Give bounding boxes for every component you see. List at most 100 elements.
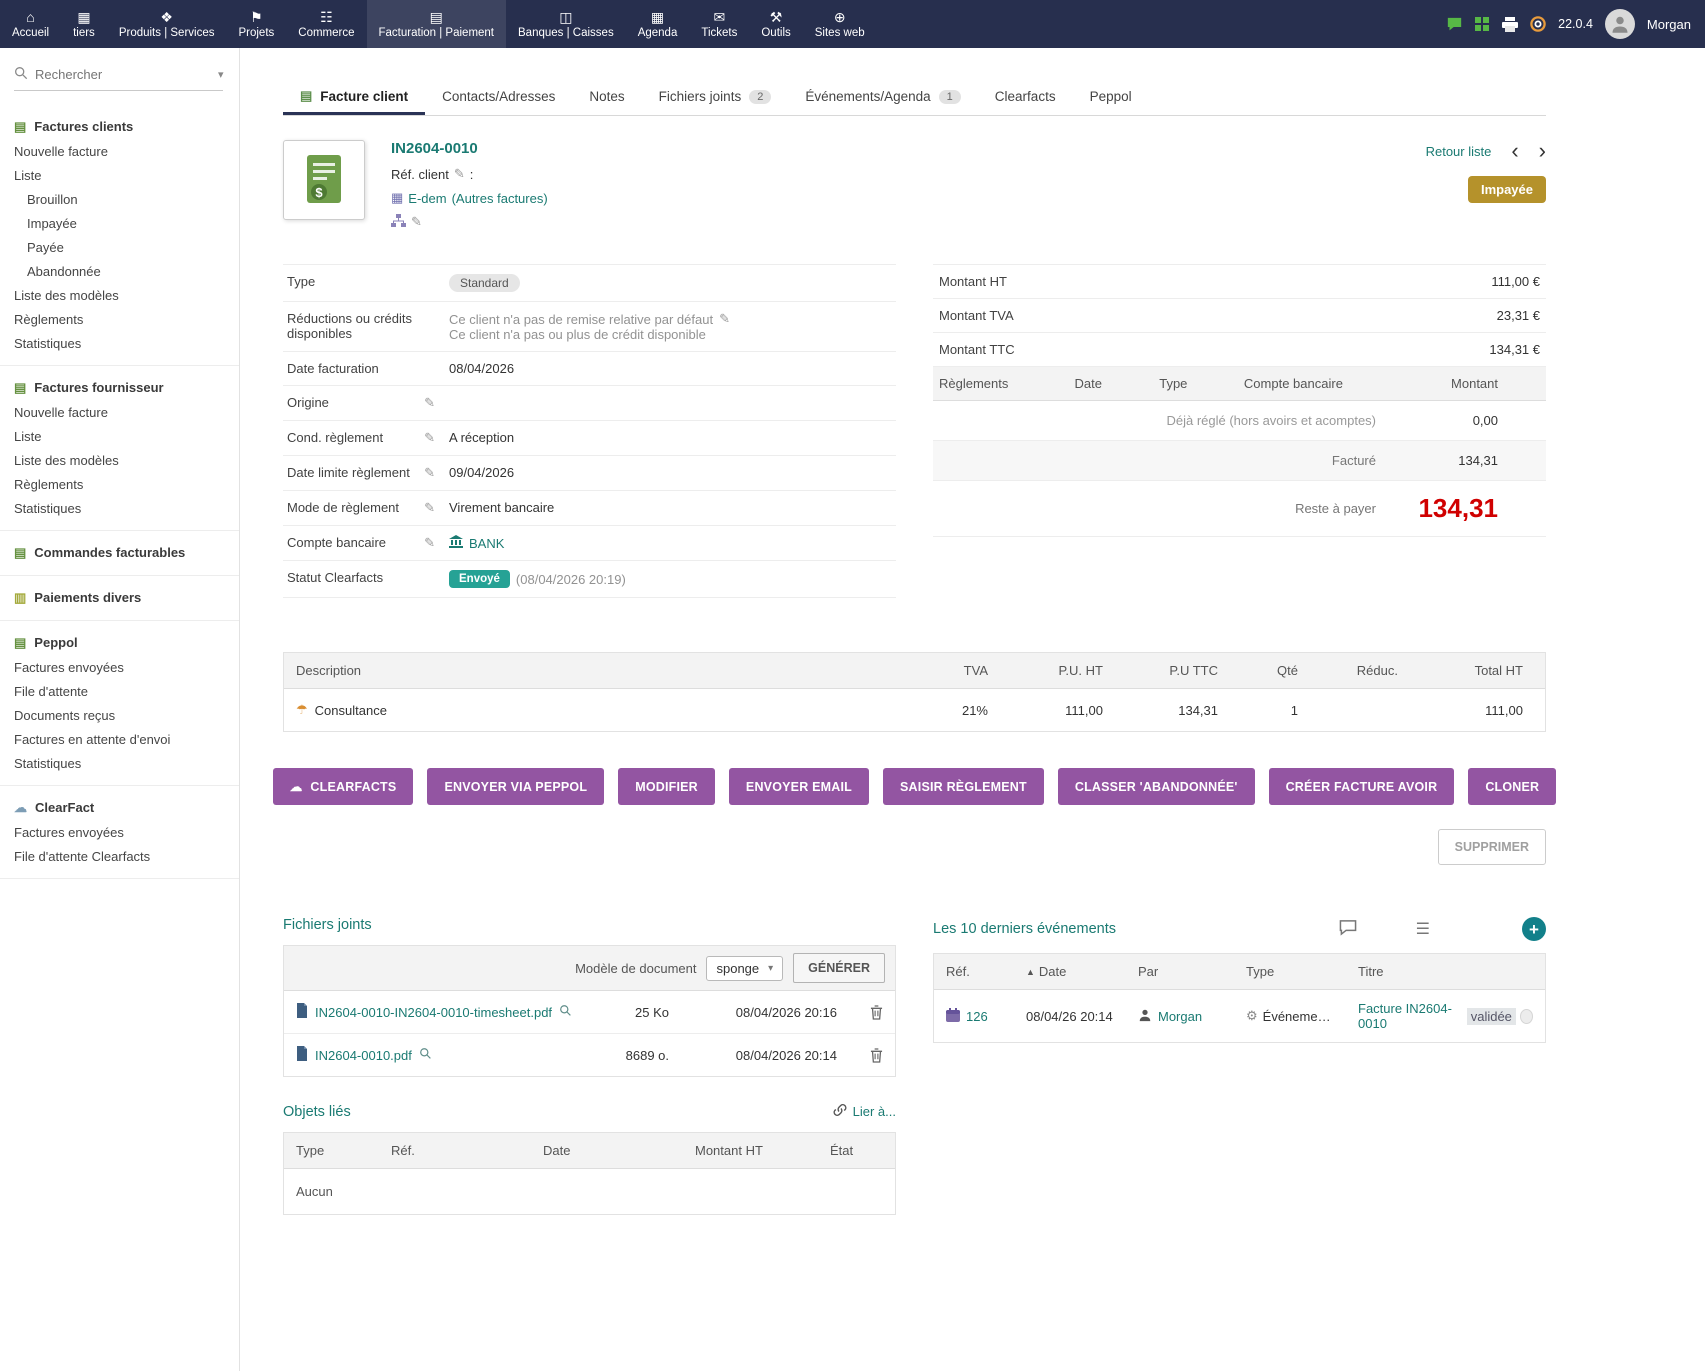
tab-evenements-agenda[interactable]: Événements/Agenda 1 <box>788 79 977 115</box>
nav-accueil[interactable]: ⌂ Accueil <box>0 0 61 48</box>
events-header-ref[interactable]: Réf. <box>946 964 1026 979</box>
tab-clearfacts[interactable]: Clearfacts <box>978 79 1073 115</box>
tab-peppol[interactable]: Peppol <box>1073 79 1149 115</box>
preview-icon[interactable] <box>559 1004 572 1020</box>
cloner-button[interactable]: CLONER <box>1468 768 1556 805</box>
tab-notes[interactable]: Notes <box>572 79 641 115</box>
sidebar-item-brouillon[interactable]: Brouillon <box>0 187 239 211</box>
line-tva: 21% <box>898 703 988 718</box>
chevron-right-icon[interactable]: › <box>1539 140 1546 162</box>
back-to-list-link[interactable]: Retour liste <box>1426 144 1492 159</box>
nav-banques-caisses[interactable]: ◫ Banques | Caisses <box>506 0 626 48</box>
nav-outils[interactable]: ⚒ Outils <box>749 0 802 48</box>
edit-origin-icon[interactable]: ✎ <box>424 395 435 411</box>
sidebar-item-liste-modeles-fourn[interactable]: Liste des modèles <box>0 448 239 472</box>
quick-add-icon[interactable] <box>1475 17 1490 32</box>
edit-due-date-icon[interactable]: ✎ <box>424 465 435 481</box>
generer-button[interactable]: GÉNÉRER <box>793 953 885 983</box>
event-ref-link[interactable]: 126 <box>966 1009 988 1024</box>
file-link[interactable]: IN2604-0010.pdf <box>315 1048 412 1063</box>
sidebar-title-peppol[interactable]: ▤ Peppol <box>0 630 239 655</box>
sidebar-item-clearfact-envoyees[interactable]: Factures envoyées <box>0 820 239 844</box>
event-title-link[interactable]: Facture IN2604-0010 <box>1358 1001 1463 1031</box>
sidebar-title-factures-fournisseur[interactable]: ▤ Factures fournisseur <box>0 375 239 400</box>
edit-ref-client-icon[interactable]: ✎ <box>454 166 465 182</box>
sidebar-title-paiements-divers[interactable]: ▥ Paiements divers <box>0 585 239 610</box>
sidebar-item-peppol-statistiques[interactable]: Statistiques <box>0 751 239 775</box>
sidebar-item-abandonnee[interactable]: Abandonnée <box>0 259 239 283</box>
nav-tickets[interactable]: ✉ Tickets <box>689 0 749 48</box>
sidebar-item-liste[interactable]: Liste <box>0 163 239 187</box>
link-to-link[interactable]: Lier à... <box>833 1103 896 1120</box>
sidebar-item-payee[interactable]: Payée <box>0 235 239 259</box>
search-input[interactable] <box>35 67 211 82</box>
sidebar-item-peppol-attente-envoi[interactable]: Factures en attente d'envoi <box>0 727 239 751</box>
sidebar-title-clearfact[interactable]: ☁ ClearFact <box>0 795 239 820</box>
nav-tiers[interactable]: ▦ tiers <box>61 0 107 48</box>
nav-facturation-paiement[interactable]: ▤ Facturation | Paiement <box>367 0 507 48</box>
sidebar-item-peppol-documents-recus[interactable]: Documents reçus <box>0 703 239 727</box>
nav-projets[interactable]: ⚑ Projets <box>226 0 286 48</box>
calendar-icon <box>946 1008 960 1025</box>
modifier-button[interactable]: MODIFIER <box>618 768 715 805</box>
envoyer-email-button[interactable]: ENVOYER EMAIL <box>729 768 869 805</box>
sidebar-item-nouvelle-facture-fourn[interactable]: Nouvelle facture <box>0 400 239 424</box>
help-icon[interactable] <box>1530 16 1546 32</box>
sidebar-item-peppol-envoyees[interactable]: Factures envoyées <box>0 655 239 679</box>
events-header-type[interactable]: Type <box>1246 964 1358 979</box>
tab-contacts-adresses[interactable]: Contacts/Adresses <box>425 79 572 115</box>
sidebar-title-commandes-facturables[interactable]: ▤ Commandes facturables <box>0 540 239 565</box>
search-caret-icon[interactable]: ▾ <box>218 68 224 81</box>
saisir-reglement-button[interactable]: SAISIR RÈGLEMENT <box>883 768 1044 805</box>
creer-facture-avoir-button[interactable]: CRÉER FACTURE AVOIR <box>1269 768 1455 805</box>
events-header-date[interactable]: ▲ Date <box>1026 964 1138 979</box>
sidebar-title-factures-clients[interactable]: ▤ Factures clients <box>0 114 239 139</box>
chevron-left-icon[interactable]: ‹ <box>1511 140 1518 162</box>
events-header-titre[interactable]: Titre <box>1358 964 1533 979</box>
file-link[interactable]: IN2604-0010-IN2604-0010-timesheet.pdf <box>315 1005 552 1020</box>
nav-sites-web[interactable]: ⊕ Sites web <box>803 0 877 48</box>
events-header-par[interactable]: Par <box>1138 964 1246 979</box>
sidebar-item-liste-fourn[interactable]: Liste <box>0 424 239 448</box>
nav-agenda[interactable]: ▦ Agenda <box>626 0 690 48</box>
chat-bubble-icon[interactable] <box>1338 919 1358 939</box>
project-icon[interactable] <box>391 214 406 230</box>
sidebar-item-impayee[interactable]: Impayée <box>0 211 239 235</box>
nav-produits-services[interactable]: ❖ Produits | Services <box>107 0 227 48</box>
nav-commerce[interactable]: ☷ Commerce <box>286 0 366 48</box>
sidebar-item-reglements-fourn[interactable]: Règlements <box>0 472 239 496</box>
supprimer-button[interactable]: SUPPRIMER <box>1438 829 1546 865</box>
edit-discount-icon[interactable]: ✎ <box>719 311 730 327</box>
sidebar-item-statistiques[interactable]: Statistiques <box>0 331 239 355</box>
add-event-icon[interactable]: + <box>1522 917 1546 941</box>
tab-facture-client[interactable]: ▤ Facture client <box>283 78 425 115</box>
envoyer-via-peppol-button[interactable]: ENVOYER VIA PEPPOL <box>427 768 604 805</box>
customer-link[interactable]: E-dem <box>408 191 446 206</box>
bank-account-link[interactable]: BANK <box>469 536 504 551</box>
print-icon[interactable] <box>1502 17 1518 32</box>
event-user-link[interactable]: Morgan <box>1158 1009 1202 1024</box>
classer-abandonnee-button[interactable]: CLASSER 'ABANDONNÉE' <box>1058 768 1255 805</box>
sidebar-item-clearfact-file-attente[interactable]: File d'attente Clearfacts <box>0 844 239 868</box>
edit-bank-account-icon[interactable]: ✎ <box>424 535 435 551</box>
avatar[interactable] <box>1605 9 1635 39</box>
trash-icon[interactable] <box>837 1005 883 1020</box>
edit-project-icon[interactable]: ✎ <box>411 214 422 230</box>
sidebar-item-statistiques-fourn[interactable]: Statistiques <box>0 496 239 520</box>
sidebar-item-nouvelle-facture[interactable]: Nouvelle facture <box>0 139 239 163</box>
clearfacts-button[interactable]: ☁ CLEARFACTS <box>273 768 414 805</box>
preview-icon[interactable] <box>419 1047 432 1063</box>
sidebar-item-liste-modeles[interactable]: Liste des modèles <box>0 283 239 307</box>
tab-fichiers-joints[interactable]: Fichiers joints 2 <box>642 79 789 115</box>
customer-category[interactable]: (Autres factures) <box>452 191 548 206</box>
list-view-icon[interactable]: ☰ <box>1416 919 1430 939</box>
sidebar-item-reglements[interactable]: Règlements <box>0 307 239 331</box>
edit-payment-terms-icon[interactable]: ✎ <box>424 430 435 446</box>
username[interactable]: Morgan <box>1647 17 1691 32</box>
doc-model-select[interactable]: sponge ▾ <box>706 956 783 981</box>
chat-icon[interactable] <box>1446 17 1463 32</box>
trash-icon[interactable] <box>837 1048 883 1063</box>
sidebar-item-peppol-file-attente[interactable]: File d'attente <box>0 679 239 703</box>
invoice-thumbnail[interactable]: $ <box>283 140 365 220</box>
edit-payment-mode-icon[interactable]: ✎ <box>424 500 435 516</box>
